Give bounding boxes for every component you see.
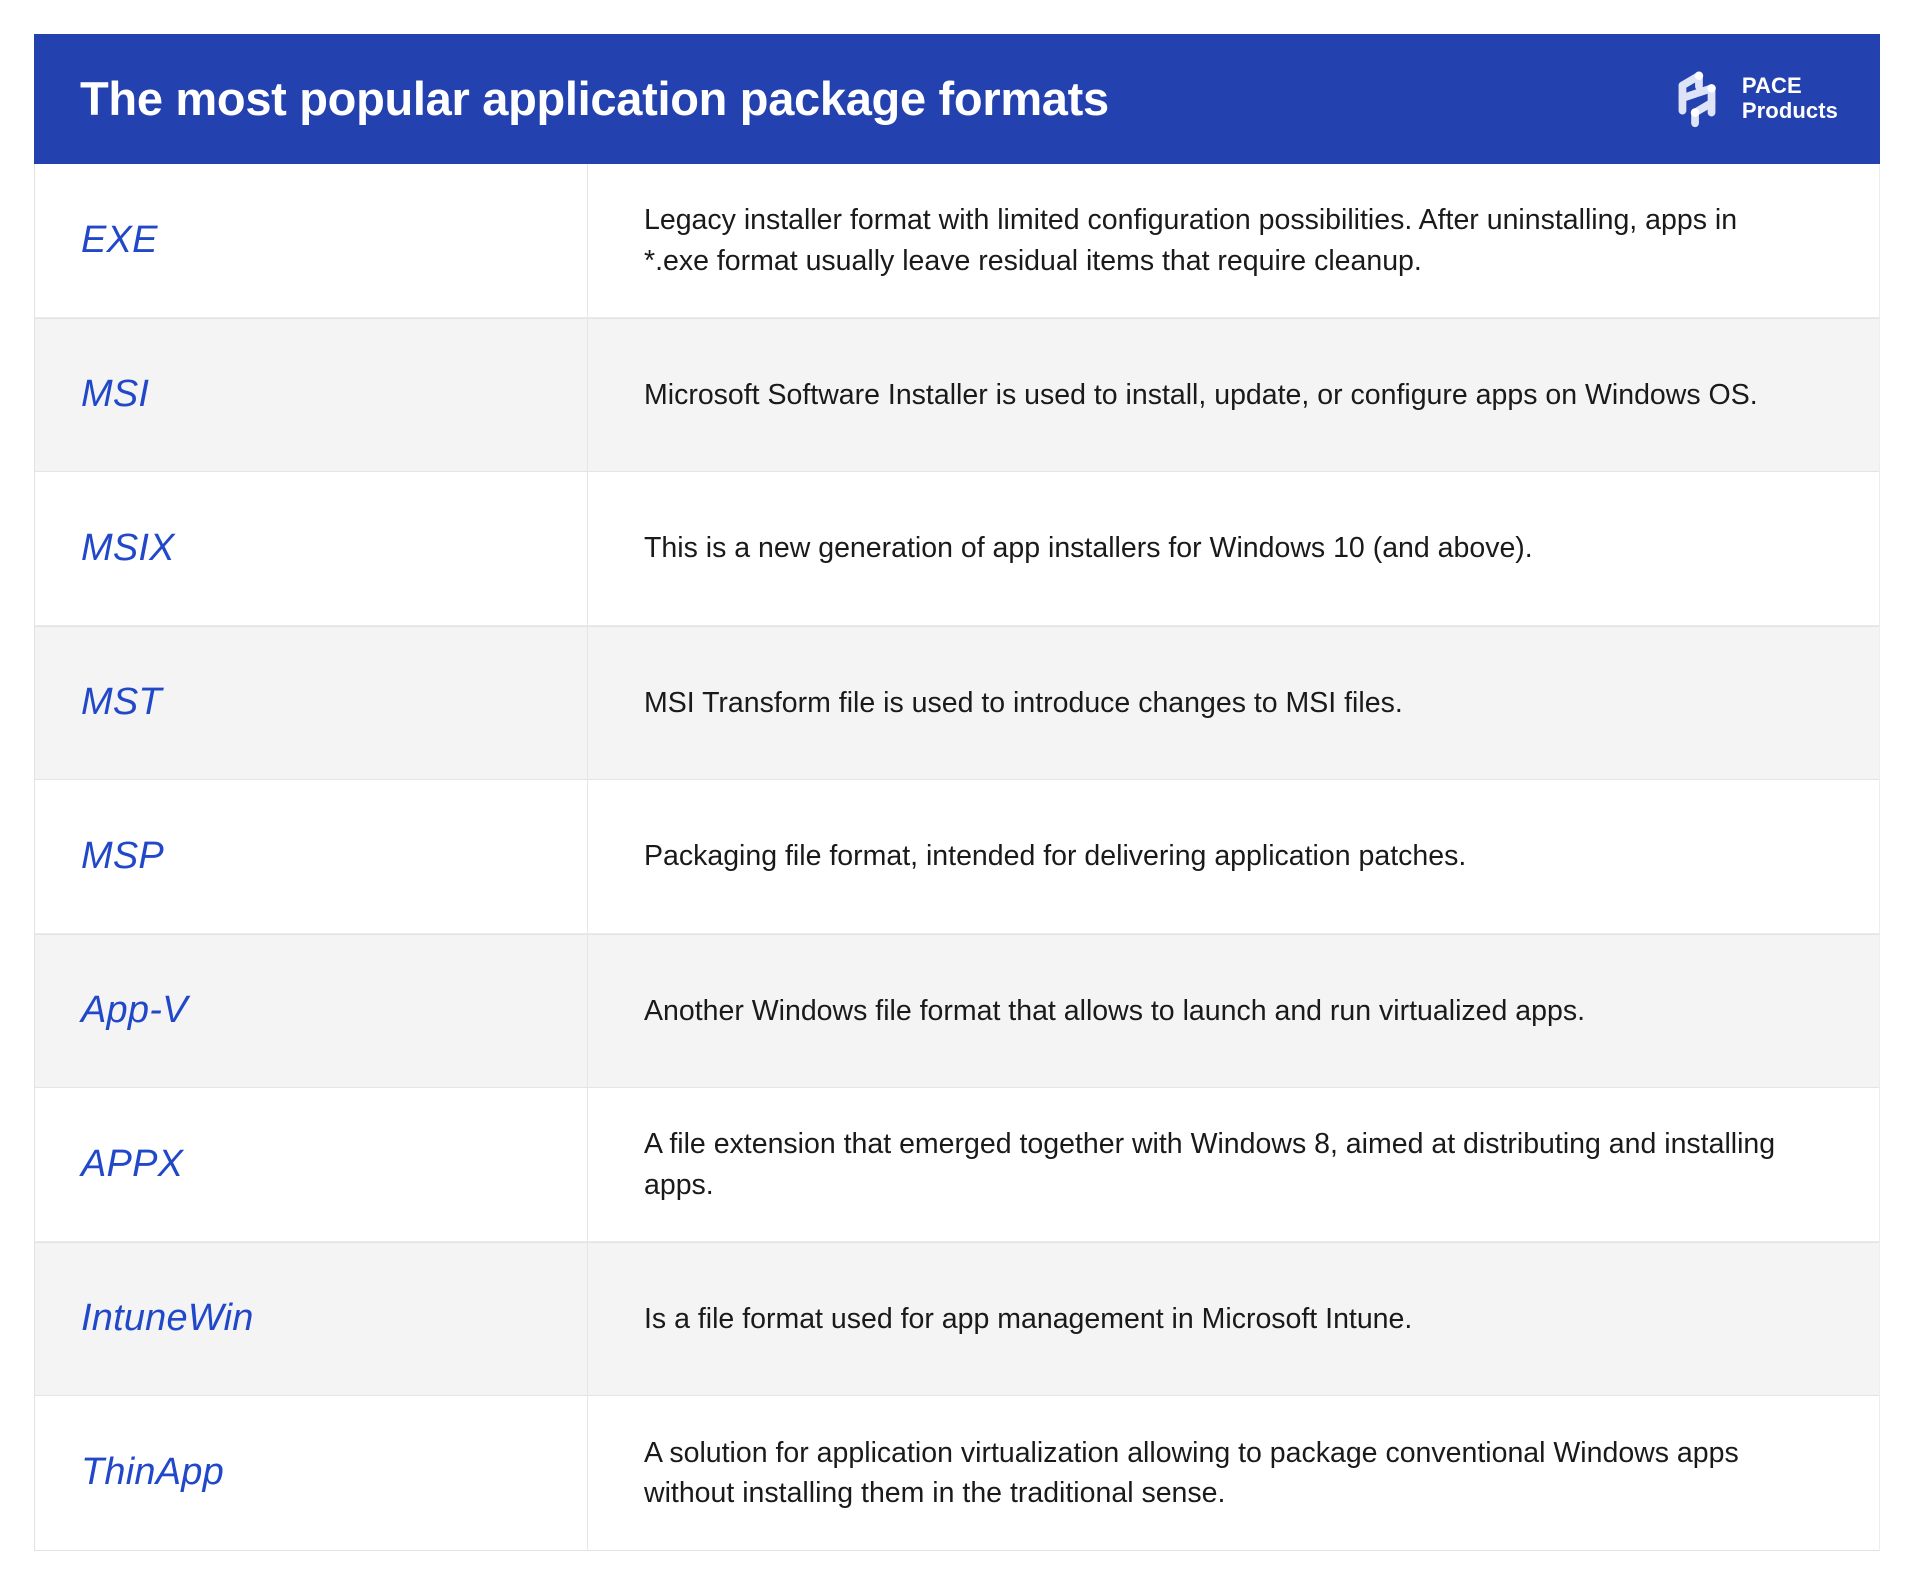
header-banner: The most popular application package for… [34,34,1880,164]
table-row: IntuneWin Is a file format used for app … [35,1242,1879,1396]
pace-logo-mark-icon [1666,68,1728,130]
table-row: MSP Packaging file format, intended for … [35,780,1879,934]
format-description: Packaging file format, intended for deli… [644,840,1467,873]
page-title: The most popular application package for… [80,72,1109,126]
format-cell: App-V [35,935,588,1087]
format-description: Legacy installer format with limited con… [644,204,1738,277]
format-name: MST [81,681,162,724]
description-cell: Microsoft Software Installer is used to … [588,319,1879,471]
description-cell: Legacy installer format with limited con… [588,164,1879,317]
description-cell: MSI Transform file is used to introduce … [588,627,1879,779]
infographic-page: The most popular application package for… [0,0,1920,1578]
format-description: This is a new generation of app installe… [644,532,1533,565]
package-formats-table: EXE Legacy installer format with limited… [34,164,1880,1551]
brand-line-1: PACE [1741,73,1802,99]
brand-name: PACE Products [1742,74,1838,123]
format-name: EXE [81,218,158,261]
table-row: MSIX This is a new generation of app ins… [35,472,1879,626]
format-description: Is a file format used for app management… [644,1302,1413,1335]
format-cell: ThinApp [35,1396,588,1550]
table-row: MST MSI Transform file is used to introd… [35,626,1879,780]
table-row: EXE Legacy installer format with limited… [35,164,1879,318]
format-name: MSI [81,373,150,416]
description-cell: This is a new generation of app installe… [588,472,1879,625]
table-row: ThinApp A solution for application virtu… [35,1396,1879,1550]
brand-lockup: PACE Products [1666,68,1838,130]
format-description: Another Windows file format that allows … [644,994,1585,1027]
format-name: ThinApp [81,1451,224,1494]
format-cell: MST [35,627,588,779]
format-cell: APPX [35,1088,588,1241]
format-cell: IntuneWin [35,1243,588,1395]
format-description: A file extension that emerged together w… [644,1128,1776,1201]
description-cell: Another Windows file format that allows … [588,935,1879,1087]
format-name: MSP [81,834,164,877]
description-cell: Packaging file format, intended for deli… [588,780,1879,933]
format-cell: EXE [35,164,588,317]
format-name: APPX [81,1142,184,1185]
format-cell: MSI [35,319,588,471]
brand-line-2: Products [1741,98,1838,123]
format-description: MSI Transform file is used to introduce … [644,686,1403,719]
format-cell: MSP [35,780,588,933]
table-row: App-V Another Windows file format that a… [35,934,1879,1088]
description-cell: A file extension that emerged together w… [588,1088,1879,1241]
format-name: IntuneWin [81,1297,254,1340]
format-name: MSIX [81,526,175,569]
format-cell: MSIX [35,472,588,625]
description-cell: A solution for application virtualizatio… [588,1396,1879,1550]
description-cell: Is a file format used for app management… [588,1243,1879,1395]
format-description: A solution for application virtualizatio… [644,1436,1739,1509]
table-row: APPX A file extension that emerged toget… [35,1088,1879,1242]
format-description: Microsoft Software Installer is used to … [644,378,1758,411]
format-name: App-V [81,989,188,1032]
table-row: MSI Microsoft Software Installer is used… [35,318,1879,472]
